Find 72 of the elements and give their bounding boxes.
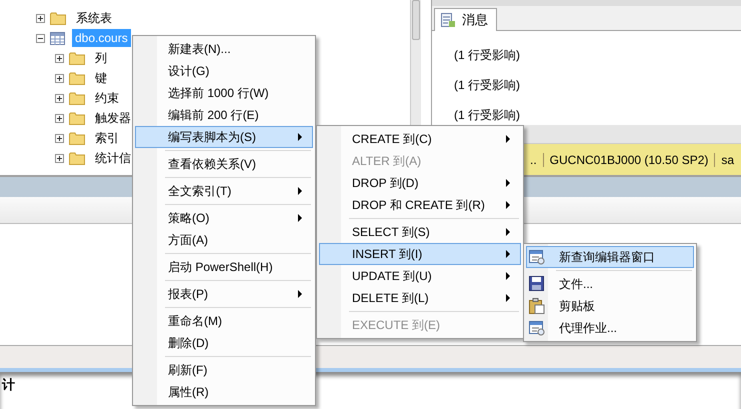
folder-icon (50, 12, 66, 24)
expand-icon[interactable] (55, 114, 64, 122)
menu-item[interactable]: 删除(D) (135, 332, 313, 354)
submenu-arrow-icon (298, 290, 302, 298)
menu-item[interactable]: 文件... (526, 273, 694, 295)
window-icon (529, 320, 545, 336)
menu-item[interactable]: 编辑前 200 行(E) (135, 104, 313, 126)
menu-item[interactable]: 刷新(F) (135, 359, 313, 381)
messages-icon (441, 12, 456, 28)
expand-icon[interactable] (55, 54, 64, 62)
menu-item[interactable]: CREATE 到(C) (319, 128, 521, 150)
window-icon (529, 249, 545, 265)
folder-icon (69, 92, 85, 104)
menu-item[interactable]: 编写表脚本为(S) (135, 126, 313, 148)
menu-item[interactable]: DROP 和 CREATE 到(R) (319, 194, 521, 216)
submenu-arrow-icon (506, 135, 510, 143)
status-text: sa (720, 152, 736, 166)
expand-icon[interactable] (55, 154, 64, 162)
menu-item[interactable]: 剪贴板 (526, 295, 694, 317)
menu-item[interactable]: 方面(A) (135, 229, 313, 251)
message-line: (1 行受影响) (454, 77, 520, 94)
submenu-arrow-icon (506, 294, 510, 302)
section-heading: 计 (2, 376, 15, 394)
tree-item[interactable]: 键 (92, 68, 110, 88)
tree-item[interactable]: 触发器 (92, 108, 134, 128)
tree-item[interactable]: 列 (92, 48, 110, 68)
expand-icon[interactable] (55, 94, 64, 102)
expand-icon[interactable] (55, 134, 64, 142)
folder-icon (69, 72, 85, 84)
menu-item[interactable]: 新建表(N)... (135, 38, 313, 60)
tree-item[interactable]: 索引 (92, 128, 122, 148)
folder-icon (69, 112, 85, 124)
menu-item[interactable]: 设计(G) (135, 60, 313, 82)
folder-icon (69, 152, 85, 164)
submenu-arrow-icon (506, 250, 510, 258)
messages-tab[interactable]: 消息 (434, 8, 497, 31)
menu-item[interactable]: 属性(R) (135, 381, 313, 403)
tree-item[interactable]: 约束 (92, 88, 122, 108)
scrollbar-thumb[interactable] (412, 0, 420, 40)
menu-item[interactable]: DELETE 到(L) (319, 287, 521, 309)
submenu-arrow-icon (298, 133, 302, 141)
menu-item[interactable]: SELECT 到(S) (319, 221, 521, 243)
menu-item[interactable]: 选择前 1000 行(W) (135, 82, 313, 104)
submenu-arrow-icon (506, 228, 510, 236)
submenu-arrow-icon (506, 201, 510, 209)
menu-item[interactable]: INSERT 到(I) (319, 243, 521, 265)
submenu-arrow-icon (506, 179, 510, 187)
tree-item[interactable]: 统计信 (92, 148, 134, 168)
menu-item[interactable]: 策略(O) (135, 207, 313, 229)
message-line: (1 行受影响) (454, 107, 520, 124)
menu-item[interactable]: UPDATE 到(U) (319, 265, 521, 287)
table-icon (50, 32, 65, 44)
clipboard-icon (529, 298, 545, 314)
submenu-arrow-icon (298, 187, 302, 195)
folder-icon (69, 52, 85, 64)
expand-icon[interactable] (55, 74, 64, 82)
expand-icon[interactable] (36, 14, 45, 22)
message-line: (1 行受影响) (454, 47, 520, 64)
menu-item[interactable]: 启动 PowerShell(H) (135, 256, 313, 278)
menu-item[interactable]: 新查询编辑器窗口 (526, 246, 694, 268)
menu-item[interactable]: 重命名(M) (135, 310, 313, 332)
menu-item[interactable]: DROP 到(D) (319, 172, 521, 194)
menu-item[interactable]: 全文索引(T) (135, 180, 313, 202)
submenu-arrow-icon (298, 214, 302, 222)
tree-item[interactable]: 系统表 (73, 8, 115, 28)
folder-icon (69, 132, 85, 144)
status-text: GUCNC01BJ000 (10.50 SP2) (544, 152, 716, 166)
submenu-arrow-icon (506, 272, 510, 280)
menu-item[interactable]: 代理作业... (526, 317, 694, 339)
collapse-icon[interactable] (36, 34, 45, 42)
menu-item[interactable]: 报表(P) (135, 283, 313, 305)
menu-item[interactable]: 查看依赖关系(V) (135, 153, 313, 175)
